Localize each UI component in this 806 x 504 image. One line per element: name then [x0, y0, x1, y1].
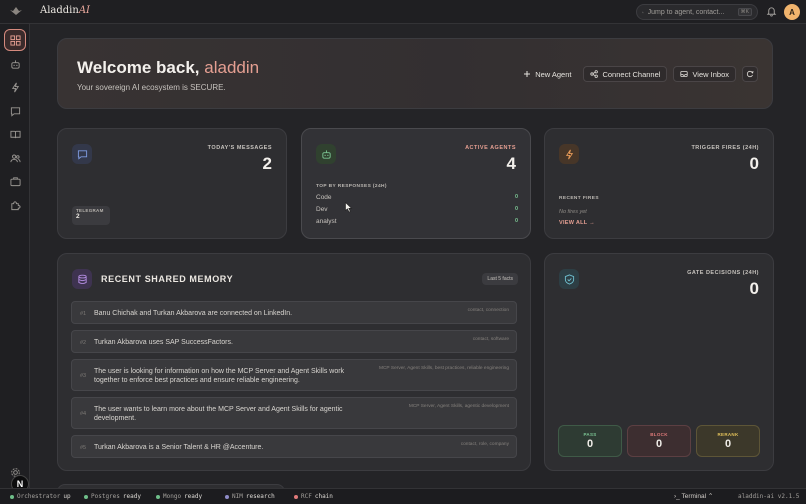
- status-dot: [10, 494, 14, 499]
- puzzle-icon: [10, 200, 21, 210]
- triggers-icon-tile: [559, 144, 579, 164]
- memory-fact[interactable]: #1 Banu Chichak and Turkan Akbarova are …: [71, 301, 517, 324]
- sidebar-item-dashboard[interactable]: [4, 29, 26, 51]
- status-dot: [156, 494, 160, 499]
- memory-fact[interactable]: #2 Turkan Akbarova uses SAP SuccessFacto…: [71, 330, 517, 353]
- todays-messages-card[interactable]: TODAY'S MESSAGES 2 TELEGRAM 2: [57, 128, 287, 239]
- welcome-heading: Welcome back, aladdin: [77, 58, 260, 77]
- memory-fact[interactable]: #5 Turkan Akbarova is a Senior Talent & …: [71, 435, 517, 458]
- trigger-fires-card[interactable]: TRIGGER FIRES (24H) 0 RECENT FIRES No fi…: [544, 128, 774, 239]
- terminal-prompt-icon: ›_: [674, 493, 680, 500]
- chat-icon: [10, 106, 20, 117]
- user-avatar[interactable]: A: [784, 4, 800, 20]
- gate-block-box[interactable]: BLOCK 0: [627, 425, 691, 457]
- memory-icon-tile: [72, 269, 92, 289]
- top-responses-label: TOP BY RESPONSES (24H): [316, 184, 387, 189]
- connect-channel-button[interactable]: Connect Channel: [583, 66, 668, 82]
- memory-fact[interactable]: #3 The user is looking for information o…: [71, 359, 517, 391]
- sidebar-item-skills[interactable]: [4, 194, 26, 216]
- bolt-icon: [11, 82, 19, 92]
- status-postgres[interactable]: Postgres ready: [84, 493, 141, 500]
- status-mongo[interactable]: Mongo ready: [156, 493, 202, 500]
- agent-row[interactable]: analyst 0: [316, 218, 518, 225]
- agents-value: 4: [506, 154, 516, 173]
- gate-pass-box[interactable]: PASS 0: [558, 425, 622, 457]
- channel-chip-telegram[interactable]: TELEGRAM 2: [72, 206, 110, 225]
- agents-icon-tile: [316, 144, 336, 164]
- search-input[interactable]: [647, 8, 734, 16]
- gate-value: 0: [749, 279, 759, 298]
- grid-icon: [9, 34, 21, 46]
- status-dot: [225, 494, 229, 499]
- plus-icon: [524, 71, 531, 77]
- welcome-subtitle: Your sovereign AI ecosystem is SECURE.: [77, 83, 226, 92]
- briefcase-icon: [9, 176, 21, 186]
- welcome-actions: New Agent Connect Channel View Inbox: [517, 66, 758, 82]
- new-agent-button[interactable]: New Agent: [517, 66, 577, 82]
- recent-fires-label: RECENT FIRES: [559, 196, 599, 201]
- welcome-username: aladdin: [204, 58, 260, 77]
- sidebar-item-agents[interactable]: [4, 53, 26, 75]
- search-box[interactable]: ⌘K: [636, 4, 758, 20]
- app-version: aladdin-ai v2.1.5: [738, 493, 800, 500]
- gate-rerank-box[interactable]: RERANK 0: [696, 425, 760, 457]
- mouse-cursor-icon: [345, 202, 353, 213]
- bot-icon: [321, 149, 331, 159]
- search-shortcut: ⌘K: [737, 8, 752, 16]
- search-icon: [642, 11, 644, 13]
- database-icon: [77, 274, 87, 284]
- chevron-up-icon: ⌃: [707, 493, 714, 500]
- bolt-icon: [565, 149, 573, 159]
- bell-icon[interactable]: [766, 6, 777, 17]
- sidebar: [0, 24, 30, 488]
- top-bar: AladdinAI ⌘K A: [0, 0, 806, 24]
- welcome-banner: Welcome back, aladdin Your sovereign AI …: [57, 38, 773, 109]
- status-nim[interactable]: NIM research: [225, 493, 275, 500]
- messages-value: 2: [262, 154, 272, 173]
- view-inbox-button[interactable]: View Inbox: [673, 66, 736, 82]
- sidebar-item-tools[interactable]: [4, 170, 26, 192]
- gate-decisions-card[interactable]: GATE DECISIONS (24H) 0 PASS 0 BLOCK 0 RE…: [544, 253, 774, 471]
- book-icon: [9, 130, 21, 138]
- status-dot: [294, 494, 298, 499]
- refresh-button[interactable]: [742, 66, 758, 82]
- no-fires-text: No fires yet: [559, 209, 587, 215]
- sidebar-item-contacts[interactable]: [4, 147, 26, 169]
- status-bar: Orchestrator up Postgres ready Mongo rea…: [0, 488, 806, 504]
- inbox-icon: [680, 71, 689, 77]
- memory-badge: Last 5 facts: [482, 273, 518, 285]
- status-dot: [84, 494, 88, 499]
- messages-icon-tile: [72, 144, 92, 164]
- shield-icon: [564, 273, 574, 285]
- share-icon: [590, 70, 599, 78]
- gate-icon-tile: [559, 269, 579, 289]
- shared-memory-card: RECENT SHARED MEMORY Last 5 facts #1 Ban…: [57, 253, 531, 471]
- agent-row[interactable]: Code 0: [316, 194, 518, 201]
- agents-label: ACTIVE AGENTS: [465, 145, 516, 151]
- gate-label: GATE DECISIONS (24H): [687, 270, 759, 276]
- refresh-icon: [746, 70, 754, 78]
- sidebar-item-messages[interactable]: [4, 100, 26, 122]
- triggers-value: 0: [749, 154, 759, 173]
- terminal-toggle[interactable]: ›_ Terminal ⌃: [674, 492, 713, 500]
- status-orchestrator[interactable]: Orchestrator up: [10, 493, 71, 500]
- status-rcf[interactable]: RCF chain: [294, 493, 333, 500]
- lamp-logo-icon[interactable]: [8, 4, 24, 20]
- sidebar-item-triggers[interactable]: [4, 76, 26, 98]
- active-agents-card[interactable]: ACTIVE AGENTS 4 TOP BY RESPONSES (24H) C…: [301, 128, 531, 239]
- chat-icon: [77, 149, 87, 160]
- messages-label: TODAY'S MESSAGES: [207, 145, 272, 151]
- brand-name[interactable]: AladdinAI: [40, 5, 90, 16]
- sidebar-item-knowledge[interactable]: [4, 123, 26, 145]
- memory-fact[interactable]: #4 The user wants to learn more about th…: [71, 397, 517, 429]
- bot-icon: [10, 59, 20, 69]
- memory-title: RECENT SHARED MEMORY: [101, 274, 234, 284]
- view-all-link[interactable]: VIEW ALL →: [559, 220, 595, 226]
- users-icon: [9, 154, 21, 162]
- triggers-label: TRIGGER FIRES (24H): [691, 145, 759, 151]
- dashboard-main: Welcome back, aladdin Your sovereign AI …: [31, 25, 806, 488]
